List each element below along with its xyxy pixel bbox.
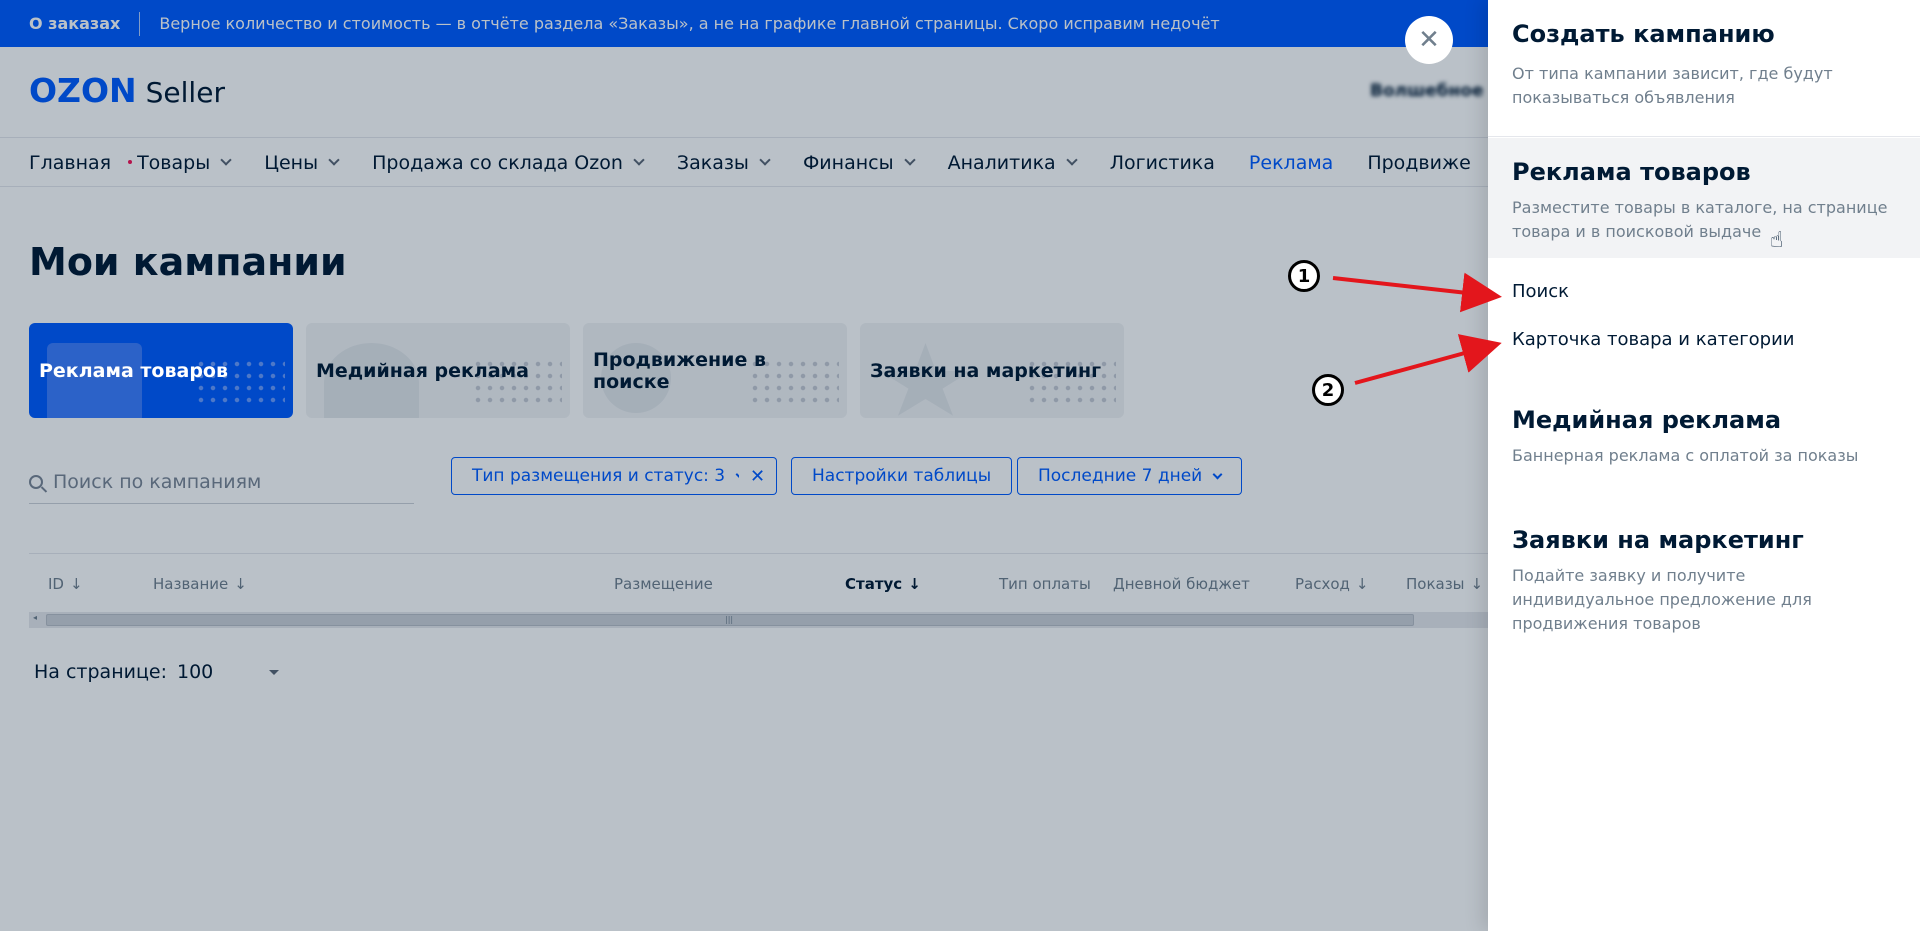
section-product-ads[interactable]: Реклама товаров Разместите товары в ката… <box>1488 138 1920 258</box>
create-campaign-drawer: Создать кампанию От типа кампании зависи… <box>1488 0 1920 931</box>
section-title: Реклама товаров <box>1512 158 1751 186</box>
section-title: Заявки на маркетинг <box>1512 526 1804 554</box>
close-drawer-button[interactable]: ✕ <box>1405 16 1453 64</box>
section-subtitle: Баннерная реклама с оплатой за показы <box>1512 446 1859 465</box>
marker-1: 1 <box>1288 260 1320 292</box>
marker-2: 2 <box>1312 374 1344 406</box>
drawer-title: Создать кампанию <box>1512 20 1775 48</box>
card-label: Продвижение в поиске <box>593 348 766 393</box>
section-marketing-requests[interactable]: Заявки на маркетинг Подайте заявку и пол… <box>1488 526 1920 633</box>
section-media-ads[interactable]: Медийная реклама Баннерная реклама с опл… <box>1488 406 1920 486</box>
drawer-subtitle: От типа кампании зависит, где будут пока… <box>1512 64 1833 107</box>
drawer-header: Создать кампанию От типа кампании зависи… <box>1488 0 1920 137</box>
card-label: Медийная реклама <box>316 359 529 382</box>
hand-pointer-icon: ☝ <box>1770 228 1784 253</box>
section-subtitle: Разместите товары в каталоге, на страниц… <box>1512 198 1888 241</box>
close-icon: ✕ <box>1418 25 1440 55</box>
section-title: Медийная реклама <box>1512 406 1782 434</box>
card-label: Заявки на маркетинг <box>870 359 1102 382</box>
card-label: Реклама товаров <box>39 359 228 382</box>
section-subtitle: Подайте заявку и получите индивидуальное… <box>1512 566 1812 633</box>
option-product-card-and-categories[interactable]: Карточка товара и категории <box>1512 329 1794 350</box>
option-search[interactable]: Поиск <box>1512 281 1569 302</box>
